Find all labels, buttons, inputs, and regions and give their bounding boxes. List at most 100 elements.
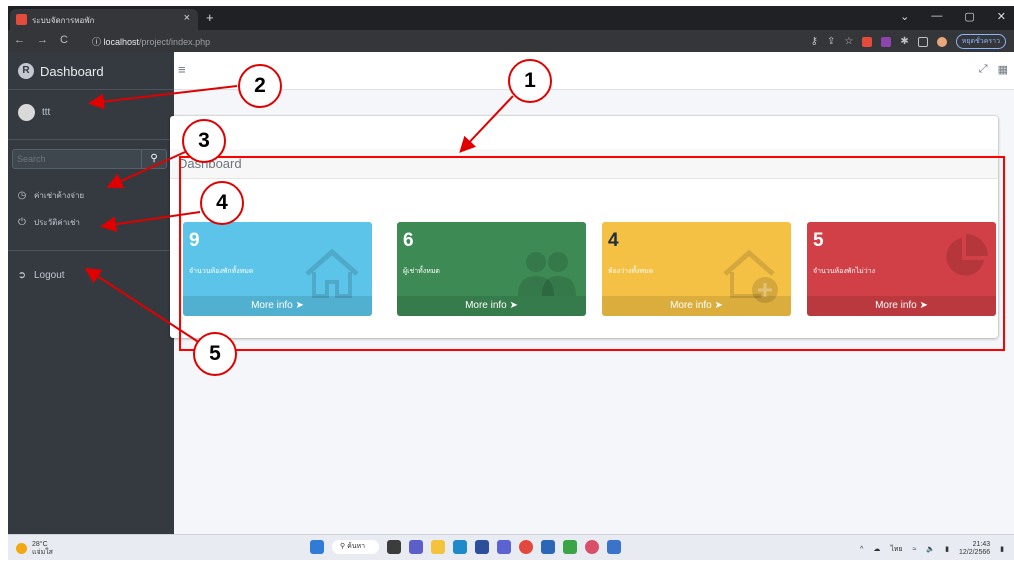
- sidebar-item-unpaid-rent[interactable]: ◷ ค่าเช่าค้างจ่าย: [16, 185, 166, 205]
- task-view-icon[interactable]: [387, 540, 402, 554]
- more-info-link[interactable]: More info ➤: [183, 296, 372, 316]
- extension-icon[interactable]: [881, 36, 892, 47]
- sidebar-item-label: ค่าเช่าค้างจ่าย: [34, 190, 85, 200]
- sidebar-item-logout[interactable]: ➲ Logout: [16, 265, 166, 285]
- minimize-button[interactable]: —: [931, 10, 942, 23]
- card-title: Dashboard: [178, 156, 242, 171]
- store-icon[interactable]: [475, 540, 490, 554]
- search-input[interactable]: [12, 149, 142, 169]
- file-explorer-icon[interactable]: [431, 540, 446, 554]
- dashboard-card: Dashboard 9 จำนวนห้องพักทั้งหมด More inf…: [170, 116, 998, 338]
- weather-temp: 28°C: [32, 541, 48, 548]
- language-indicator[interactable]: ไทย: [890, 544, 902, 555]
- sidebar-search: ⚲: [12, 149, 167, 169]
- puzzle-icon[interactable]: ✱: [900, 36, 908, 47]
- extension-icons: ⚷ ⇪ ☆ ✱ หยุดชั่วคราว: [811, 34, 1006, 49]
- chrome-icon[interactable]: [519, 540, 534, 554]
- extension-icon[interactable]: [862, 36, 873, 47]
- back-button[interactable]: ←: [14, 34, 25, 46]
- share-icon[interactable]: ⇪: [827, 36, 835, 47]
- forward-button[interactable]: →: [37, 34, 48, 46]
- battery-icon[interactable]: ▮: [945, 545, 949, 553]
- notification-icon[interactable]: ▮: [1000, 545, 1004, 553]
- url-path: /project/index.php: [139, 37, 211, 47]
- app-icon[interactable]: [497, 540, 512, 554]
- profile-avatar-icon[interactable]: [936, 36, 947, 47]
- more-info-label: More info: [670, 300, 712, 311]
- browser-tab[interactable]: ระบบจัดการหอพัก ×: [10, 9, 198, 30]
- app-icon[interactable]: [607, 540, 622, 554]
- taskbar-search-label: ค้นหา: [347, 543, 366, 550]
- favicon-icon: [16, 14, 27, 25]
- start-icon[interactable]: [310, 540, 324, 554]
- weather-desc: แจ่มใส: [32, 549, 53, 556]
- box-label: จำนวนห้องพักทั้งหมด: [189, 268, 254, 275]
- profile-status[interactable]: หยุดชั่วคราว: [955, 34, 1006, 49]
- app-icon[interactable]: [563, 540, 578, 554]
- arrow-circle-right-icon: ➤: [714, 300, 723, 311]
- clock-date: 12/2/2566: [958, 549, 991, 556]
- user-name[interactable]: ttt: [42, 107, 50, 118]
- nav-buttons: ← → C: [14, 34, 68, 46]
- brand[interactable]: R Dashboard: [8, 52, 174, 90]
- edge-icon[interactable]: [453, 540, 468, 554]
- small-box-total-rooms: 9 จำนวนห้องพักทั้งหมด More info ➤: [183, 222, 372, 316]
- weather-icon: [16, 543, 27, 554]
- box-value: 5: [813, 230, 824, 251]
- grid-icon[interactable]: ▦: [998, 63, 1008, 76]
- weather-widget[interactable]: 28°C แจ่มใส: [32, 541, 53, 557]
- top-navbar: ≡ ⤢ ▦: [174, 52, 1014, 90]
- more-info-link[interactable]: More info ➤: [807, 296, 996, 316]
- maximize-button[interactable]: ▢: [964, 10, 974, 23]
- logout-icon: ➲: [17, 269, 27, 281]
- arrow-circle-right-icon: ➤: [509, 300, 518, 311]
- more-info-link[interactable]: More info ➤: [397, 296, 586, 316]
- fullscreen-icon[interactable]: ⤢: [979, 63, 988, 76]
- small-box-occupied-rooms: 5 จำนวนห้องพักไม่ว่าง More info ➤: [807, 222, 996, 316]
- card-header: Dashboard: [170, 149, 998, 179]
- key-icon[interactable]: ⚷: [811, 36, 818, 47]
- speaker-icon[interactable]: 🔈: [926, 545, 935, 553]
- sidebar-panel-icon[interactable]: [917, 36, 928, 47]
- navbar-right-icons: ⤢ ▦: [979, 63, 1008, 76]
- tab-title: ระบบจัดการหอพัก: [32, 16, 95, 25]
- taskbar: 28°C แจ่มใส ⚲ ค้นหา ^ ☁ ไทย ≈ 🔈 ▮ 21:43 …: [8, 534, 1014, 560]
- taskbar-search[interactable]: ⚲ ค้นหา: [332, 540, 380, 554]
- search-button[interactable]: ⚲: [142, 149, 167, 169]
- sidebar-divider: [8, 250, 174, 251]
- power-icon: ⏻: [18, 216, 26, 228]
- users-icon: [518, 252, 576, 296]
- app-icon[interactable]: [585, 540, 600, 554]
- sidebar-item-label: ประวัติค่าเช่า: [34, 217, 80, 227]
- user-panel: ttt: [8, 90, 174, 140]
- brand-logo-icon: R: [18, 63, 34, 79]
- url-field[interactable]: ⓘ localhost/project/index.php: [92, 35, 210, 48]
- clock[interactable]: 21:43 12/2/2566: [959, 541, 990, 557]
- chevron-up-icon[interactable]: ^: [860, 546, 863, 553]
- pie-chart-icon: [946, 234, 988, 276]
- more-info-link[interactable]: More info ➤: [602, 296, 791, 316]
- close-window-button[interactable]: ✕: [997, 10, 1006, 23]
- tab-close-button[interactable]: ×: [184, 12, 190, 24]
- small-box-total-tenants: 6 ผู้เช่าทั้งหมด More info ➤: [397, 222, 586, 316]
- more-info-label: More info: [875, 300, 917, 311]
- sidebar-item-rent-history[interactable]: ⏻ ประวัติค่าเช่า: [16, 212, 166, 232]
- cloud-icon[interactable]: ☁: [873, 545, 880, 553]
- chat-icon[interactable]: [409, 540, 424, 554]
- house-icon: [305, 248, 359, 298]
- sidebar-item-label: Logout: [34, 269, 65, 281]
- app-icon[interactable]: [541, 540, 556, 554]
- site-info-icon[interactable]: ⓘ: [92, 37, 104, 47]
- more-info-label: More info: [465, 300, 507, 311]
- new-tab-button[interactable]: +: [206, 10, 214, 25]
- tab-search-button[interactable]: ⌄: [900, 10, 909, 23]
- search-icon: ⚲: [150, 153, 158, 164]
- box-label: ผู้เช่าทั้งหมด: [403, 268, 440, 275]
- small-box-vacant-rooms: 4 ห้องว่างทั้งหมด More info ➤: [602, 222, 791, 316]
- browser-tab-bar: ระบบจัดการหอพัก × + ⌄ — ▢ ✕: [8, 6, 1014, 30]
- star-icon[interactable]: ☆: [844, 36, 853, 47]
- reload-button[interactable]: C: [60, 34, 68, 46]
- wifi-icon[interactable]: ≈: [913, 546, 917, 553]
- arrow-circle-right-icon: ➤: [295, 300, 304, 311]
- menu-toggle-button[interactable]: ≡: [178, 62, 186, 77]
